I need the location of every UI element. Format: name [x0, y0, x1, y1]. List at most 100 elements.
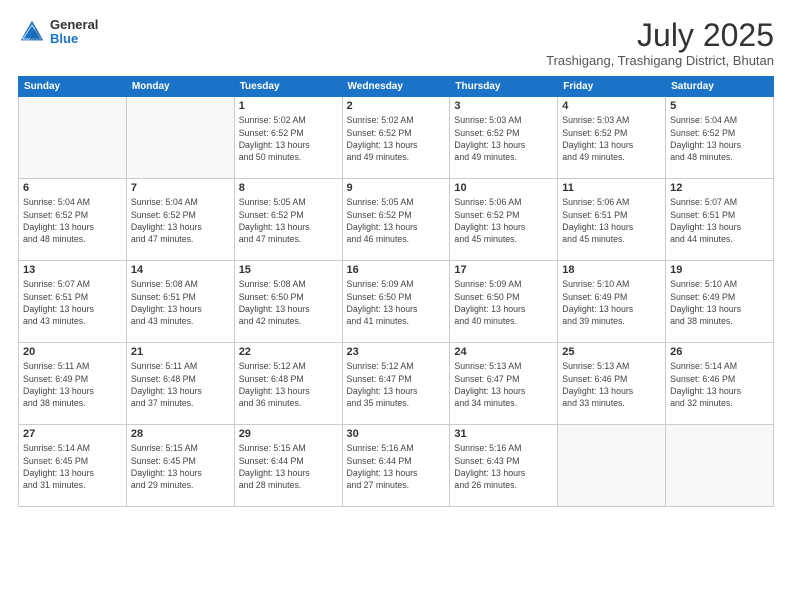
table-row: 25 Sunrise: 5:13 AM Sunset: 6:46 PM Dayl… — [558, 343, 666, 425]
col-saturday: Saturday — [666, 77, 774, 97]
day-info: Sunrise: 5:13 AM Sunset: 6:47 PM Dayligh… — [454, 360, 553, 409]
col-sunday: Sunday — [19, 77, 127, 97]
day-info: Sunrise: 5:08 AM Sunset: 6:51 PM Dayligh… — [131, 278, 230, 327]
day-number: 12 — [670, 182, 769, 194]
table-row: 13 Sunrise: 5:07 AM Sunset: 6:51 PM Dayl… — [19, 261, 127, 343]
table-row: 14 Sunrise: 5:08 AM Sunset: 6:51 PM Dayl… — [126, 261, 234, 343]
day-info: Sunrise: 5:14 AM Sunset: 6:46 PM Dayligh… — [670, 360, 769, 409]
table-row: 27 Sunrise: 5:14 AM Sunset: 6:45 PM Dayl… — [19, 425, 127, 507]
title-block: July 2025 Trashigang, Trashigang Distric… — [546, 18, 774, 68]
day-info: Sunrise: 5:05 AM Sunset: 6:52 PM Dayligh… — [347, 196, 446, 245]
day-number: 26 — [670, 346, 769, 358]
page: General Blue July 2025 Trashigang, Trash… — [0, 0, 792, 612]
day-number: 19 — [670, 264, 769, 276]
day-number: 24 — [454, 346, 553, 358]
table-row: 22 Sunrise: 5:12 AM Sunset: 6:48 PM Dayl… — [234, 343, 342, 425]
day-number: 31 — [454, 428, 553, 440]
day-number: 1 — [239, 100, 338, 112]
day-number: 17 — [454, 264, 553, 276]
table-row: 26 Sunrise: 5:14 AM Sunset: 6:46 PM Dayl… — [666, 343, 774, 425]
table-row: 1 Sunrise: 5:02 AM Sunset: 6:52 PM Dayli… — [234, 97, 342, 179]
table-row: 5 Sunrise: 5:04 AM Sunset: 6:52 PM Dayli… — [666, 97, 774, 179]
table-row: 10 Sunrise: 5:06 AM Sunset: 6:52 PM Dayl… — [450, 179, 558, 261]
table-row — [666, 425, 774, 507]
day-number: 15 — [239, 264, 338, 276]
calendar-title: July 2025 — [546, 18, 774, 53]
day-info: Sunrise: 5:05 AM Sunset: 6:52 PM Dayligh… — [239, 196, 338, 245]
day-info: Sunrise: 5:06 AM Sunset: 6:52 PM Dayligh… — [454, 196, 553, 245]
day-number: 4 — [562, 100, 661, 112]
day-number: 2 — [347, 100, 446, 112]
day-info: Sunrise: 5:04 AM Sunset: 6:52 PM Dayligh… — [670, 114, 769, 163]
table-row: 28 Sunrise: 5:15 AM Sunset: 6:45 PM Dayl… — [126, 425, 234, 507]
day-info: Sunrise: 5:02 AM Sunset: 6:52 PM Dayligh… — [239, 114, 338, 163]
logo: General Blue — [18, 18, 98, 47]
table-row: 17 Sunrise: 5:09 AM Sunset: 6:50 PM Dayl… — [450, 261, 558, 343]
col-friday: Friday — [558, 77, 666, 97]
day-info: Sunrise: 5:12 AM Sunset: 6:47 PM Dayligh… — [347, 360, 446, 409]
calendar-subtitle: Trashigang, Trashigang District, Bhutan — [546, 53, 774, 68]
table-row: 23 Sunrise: 5:12 AM Sunset: 6:47 PM Dayl… — [342, 343, 450, 425]
logo-general-text: General — [50, 18, 98, 32]
day-number: 27 — [23, 428, 122, 440]
day-number: 18 — [562, 264, 661, 276]
table-row: 3 Sunrise: 5:03 AM Sunset: 6:52 PM Dayli… — [450, 97, 558, 179]
day-info: Sunrise: 5:15 AM Sunset: 6:45 PM Dayligh… — [131, 442, 230, 491]
day-number: 13 — [23, 264, 122, 276]
header: General Blue July 2025 Trashigang, Trash… — [18, 18, 774, 68]
table-row: 16 Sunrise: 5:09 AM Sunset: 6:50 PM Dayl… — [342, 261, 450, 343]
table-row: 15 Sunrise: 5:08 AM Sunset: 6:50 PM Dayl… — [234, 261, 342, 343]
col-thursday: Thursday — [450, 77, 558, 97]
day-number: 28 — [131, 428, 230, 440]
day-info: Sunrise: 5:09 AM Sunset: 6:50 PM Dayligh… — [454, 278, 553, 327]
day-number: 21 — [131, 346, 230, 358]
day-info: Sunrise: 5:04 AM Sunset: 6:52 PM Dayligh… — [23, 196, 122, 245]
day-info: Sunrise: 5:16 AM Sunset: 6:44 PM Dayligh… — [347, 442, 446, 491]
day-number: 25 — [562, 346, 661, 358]
day-info: Sunrise: 5:08 AM Sunset: 6:50 PM Dayligh… — [239, 278, 338, 327]
table-row: 11 Sunrise: 5:06 AM Sunset: 6:51 PM Dayl… — [558, 179, 666, 261]
day-number: 6 — [23, 182, 122, 194]
day-info: Sunrise: 5:09 AM Sunset: 6:50 PM Dayligh… — [347, 278, 446, 327]
calendar-table: Sunday Monday Tuesday Wednesday Thursday… — [18, 76, 774, 507]
day-number: 3 — [454, 100, 553, 112]
day-info: Sunrise: 5:07 AM Sunset: 6:51 PM Dayligh… — [670, 196, 769, 245]
day-number: 20 — [23, 346, 122, 358]
day-info: Sunrise: 5:06 AM Sunset: 6:51 PM Dayligh… — [562, 196, 661, 245]
day-number: 16 — [347, 264, 446, 276]
table-row: 7 Sunrise: 5:04 AM Sunset: 6:52 PM Dayli… — [126, 179, 234, 261]
day-info: Sunrise: 5:04 AM Sunset: 6:52 PM Dayligh… — [131, 196, 230, 245]
day-info: Sunrise: 5:11 AM Sunset: 6:48 PM Dayligh… — [131, 360, 230, 409]
col-wednesday: Wednesday — [342, 77, 450, 97]
day-number: 9 — [347, 182, 446, 194]
table-row: 12 Sunrise: 5:07 AM Sunset: 6:51 PM Dayl… — [666, 179, 774, 261]
col-tuesday: Tuesday — [234, 77, 342, 97]
day-number: 22 — [239, 346, 338, 358]
table-row: 4 Sunrise: 5:03 AM Sunset: 6:52 PM Dayli… — [558, 97, 666, 179]
table-row: 2 Sunrise: 5:02 AM Sunset: 6:52 PM Dayli… — [342, 97, 450, 179]
logo-blue-text: Blue — [50, 32, 98, 46]
table-row: 19 Sunrise: 5:10 AM Sunset: 6:49 PM Dayl… — [666, 261, 774, 343]
table-row: 8 Sunrise: 5:05 AM Sunset: 6:52 PM Dayli… — [234, 179, 342, 261]
day-info: Sunrise: 5:16 AM Sunset: 6:43 PM Dayligh… — [454, 442, 553, 491]
day-info: Sunrise: 5:12 AM Sunset: 6:48 PM Dayligh… — [239, 360, 338, 409]
day-number: 23 — [347, 346, 446, 358]
day-number: 7 — [131, 182, 230, 194]
col-monday: Monday — [126, 77, 234, 97]
day-info: Sunrise: 5:10 AM Sunset: 6:49 PM Dayligh… — [670, 278, 769, 327]
day-number: 8 — [239, 182, 338, 194]
table-row: 6 Sunrise: 5:04 AM Sunset: 6:52 PM Dayli… — [19, 179, 127, 261]
table-row: 18 Sunrise: 5:10 AM Sunset: 6:49 PM Dayl… — [558, 261, 666, 343]
table-row: 24 Sunrise: 5:13 AM Sunset: 6:47 PM Dayl… — [450, 343, 558, 425]
logo-text: General Blue — [50, 18, 98, 47]
table-row: 21 Sunrise: 5:11 AM Sunset: 6:48 PM Dayl… — [126, 343, 234, 425]
calendar-header-row: Sunday Monday Tuesday Wednesday Thursday… — [19, 77, 774, 97]
day-number: 10 — [454, 182, 553, 194]
day-number: 14 — [131, 264, 230, 276]
day-info: Sunrise: 5:07 AM Sunset: 6:51 PM Dayligh… — [23, 278, 122, 327]
table-row — [126, 97, 234, 179]
day-info: Sunrise: 5:14 AM Sunset: 6:45 PM Dayligh… — [23, 442, 122, 491]
day-info: Sunrise: 5:15 AM Sunset: 6:44 PM Dayligh… — [239, 442, 338, 491]
logo-icon — [18, 18, 46, 46]
table-row: 20 Sunrise: 5:11 AM Sunset: 6:49 PM Dayl… — [19, 343, 127, 425]
